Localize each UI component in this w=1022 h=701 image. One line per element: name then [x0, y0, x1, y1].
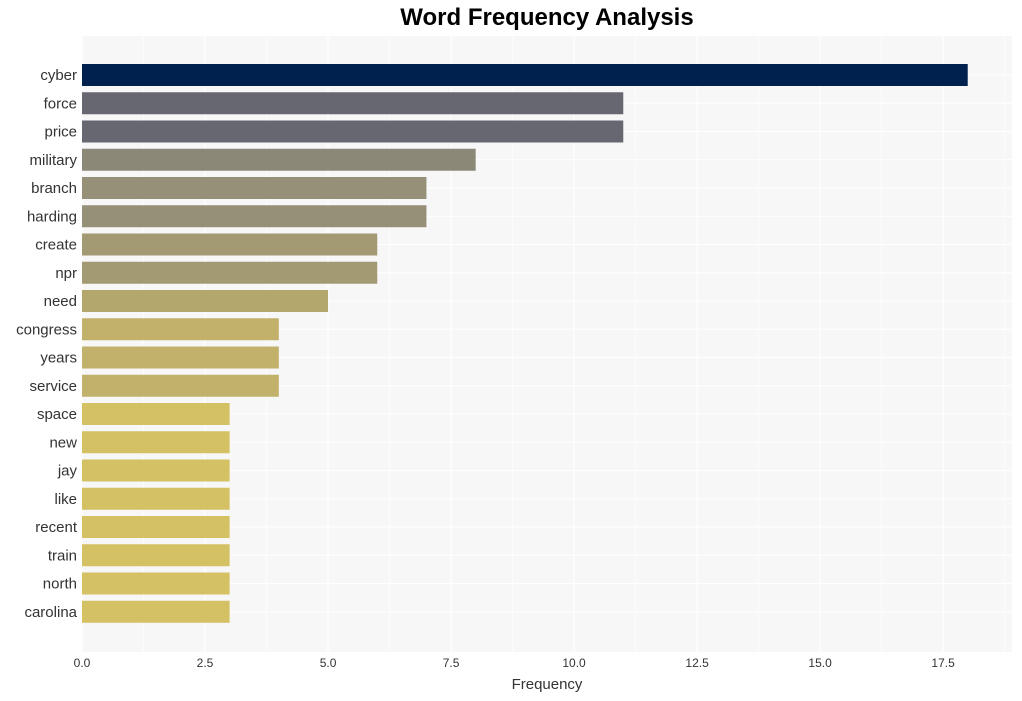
y-tick-label: need: [44, 293, 77, 310]
y-tick-label: cyber: [40, 67, 77, 84]
bar-north: [82, 572, 230, 595]
y-tick-label: years: [40, 350, 77, 367]
y-tick-label: congress: [16, 321, 77, 338]
x-axis-ticks: 0.0 2.5 5.0 7.5 10.0 12.5 15.0 17.5: [74, 656, 955, 670]
y-tick-label: jay: [57, 463, 78, 480]
bar-branch: [82, 177, 427, 199]
y-tick-label: new: [49, 434, 77, 451]
y-tick-label: train: [48, 547, 77, 564]
bar-recent: [82, 516, 230, 538]
x-tick-label: 10.0: [562, 656, 586, 670]
x-tick-label: 5.0: [320, 656, 337, 670]
bar-military: [82, 148, 476, 171]
bar-need: [82, 290, 329, 312]
y-tick-label: create: [35, 237, 77, 254]
bar-npr: [82, 261, 378, 284]
bar-train: [82, 544, 230, 567]
bar-years: [82, 346, 279, 369]
bar-jay: [82, 459, 230, 482]
x-tick-label: 12.5: [685, 656, 709, 670]
y-tick-label: north: [43, 576, 77, 593]
x-tick-label: 7.5: [443, 656, 460, 670]
x-axis-label: Frequency: [512, 676, 583, 693]
bar-harding: [82, 205, 427, 228]
bar-like: [82, 487, 230, 510]
bar-chart: cyber force price military branch harding crea…: [16, 36, 1012, 693]
y-tick-label: like: [54, 491, 77, 508]
x-tick-label: 15.0: [808, 656, 832, 670]
bar-create: [82, 233, 378, 256]
bar-service: [82, 374, 279, 397]
bar-cyber: [82, 64, 968, 86]
bar-force: [82, 92, 624, 115]
y-tick-label: harding: [27, 208, 77, 225]
y-tick-label: service: [29, 378, 77, 395]
y-tick-label: carolina: [24, 604, 77, 621]
y-tick-label: price: [44, 124, 77, 141]
bar-space: [82, 403, 230, 425]
y-tick-label: military: [30, 152, 78, 169]
bar-congress: [82, 318, 279, 341]
x-tick-label: 2.5: [197, 656, 214, 670]
bar-carolina: [82, 600, 230, 623]
x-tick-label: 0.0: [74, 656, 91, 670]
x-tick-label: 17.5: [931, 656, 955, 670]
bar-new: [82, 431, 230, 454]
y-tick-label: npr: [55, 265, 77, 282]
y-axis-labels: cyber force price military branch harding crea…: [16, 67, 78, 621]
y-tick-label: force: [44, 95, 77, 112]
y-tick-label: space: [37, 406, 77, 423]
y-tick-label: recent: [35, 519, 78, 536]
y-tick-label: branch: [31, 180, 77, 197]
bar-price: [82, 120, 624, 143]
